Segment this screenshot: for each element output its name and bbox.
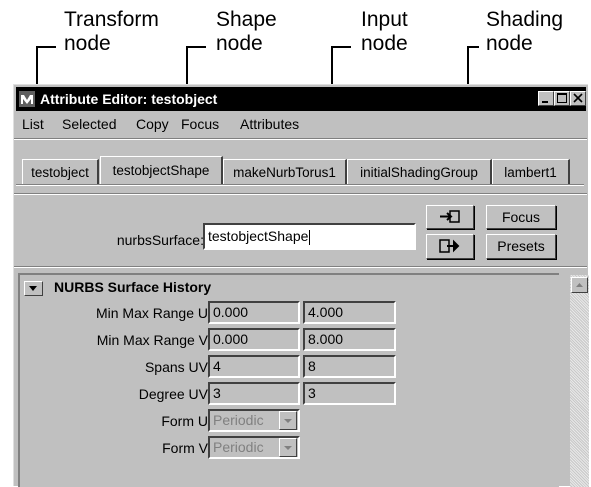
- tab-initialshadinggroup[interactable]: initialShadingGroup: [347, 159, 492, 184]
- min-max-range-u-max-field[interactable]: 4.000: [303, 301, 396, 324]
- tab-lambert1[interactable]: lambert1: [492, 159, 570, 184]
- callout-transform-line1: Transform: [64, 8, 159, 31]
- row-label-min-max-range-v: Min Max Range V: [96, 332, 208, 348]
- spans-u-field[interactable]: 4: [208, 355, 300, 378]
- min-max-range-v-max-field[interactable]: 8.000: [303, 328, 396, 351]
- chevron-down-icon: [284, 419, 292, 423]
- close-icon: [573, 93, 583, 103]
- callout-shape-node: Shape node: [216, 8, 277, 56]
- callout-input-node: Input node: [361, 8, 408, 56]
- callout-transform-node: Transform node: [64, 8, 159, 56]
- callout-input-line1: Input: [361, 8, 408, 31]
- row-label-spans-uv: Spans UV: [144, 359, 208, 375]
- load-selected-button[interactable]: [426, 205, 474, 229]
- tab-testobjectshape[interactable]: testobjectShape: [100, 156, 223, 184]
- callout-shape-line2: node: [216, 32, 263, 55]
- tab-baseline: [16, 184, 584, 186]
- form-u-dropdown-button[interactable]: [279, 411, 297, 430]
- maya-icon: [19, 91, 35, 107]
- title-bar[interactable]: Attribute Editor: testobject: [16, 87, 586, 111]
- chevron-down-icon: [284, 446, 292, 450]
- nurbs-surface-input[interactable]: testobjectShape: [203, 223, 416, 250]
- degree-v-field[interactable]: 3: [303, 382, 396, 405]
- degree-u-field[interactable]: 3: [208, 382, 300, 405]
- callout-shading-line1: Shading: [486, 8, 564, 31]
- row-label-min-max-range-u: Min Max Range U: [95, 305, 208, 321]
- text-cursor: [309, 229, 311, 245]
- menu-separator: [14, 138, 587, 140]
- go-to-node-icon: [439, 239, 460, 253]
- menu-copy[interactable]: Copy: [136, 116, 169, 132]
- menu-focus[interactable]: Focus: [181, 116, 219, 132]
- callout-shading-node: Shading node: [486, 8, 563, 56]
- presets-button[interactable]: Presets: [486, 234, 556, 259]
- leader-shape-h: [186, 46, 206, 48]
- triangle-down-icon: [29, 286, 37, 291]
- min-max-range-u-min-field[interactable]: 0.000: [208, 301, 300, 324]
- scroll-up-button[interactable]: [571, 277, 588, 293]
- callout-transform-line2: node: [64, 32, 111, 55]
- leader-input-h: [331, 46, 351, 48]
- section-title: NURBS Surface History: [54, 279, 212, 295]
- spans-v-field[interactable]: 8: [303, 355, 396, 378]
- close-button[interactable]: [570, 91, 586, 106]
- tab-panel-bottom: [14, 193, 587, 195]
- go-to-node-button[interactable]: [426, 234, 474, 259]
- triangle-up-icon: [576, 283, 583, 287]
- min-max-range-v-min-field[interactable]: 0.000: [208, 328, 300, 351]
- attribute-editor-window: Attribute Editor: testobject List Select…: [13, 84, 589, 487]
- load-selected-icon: [440, 210, 460, 223]
- row-label-form-v: Form V: [162, 440, 208, 456]
- attribute-panel: NURBS Surface History Min Max Range U 0.…: [18, 273, 559, 487]
- callout-shading-line2: node: [486, 32, 533, 55]
- menu-selected[interactable]: Selected: [62, 116, 116, 132]
- vertical-scrollbar[interactable]: [570, 275, 589, 487]
- form-separator: [14, 266, 587, 268]
- tab-makenurbtorus1[interactable]: makeNurbTorus1: [223, 159, 347, 184]
- maximize-button[interactable]: [554, 91, 570, 106]
- leader-transform-h: [36, 46, 56, 48]
- row-label-degree-uv: Degree UV: [138, 386, 208, 402]
- row-label-form-u: Form U: [161, 413, 208, 429]
- window-title: Attribute Editor: testobject: [40, 91, 218, 107]
- menu-attributes[interactable]: Attributes: [240, 116, 299, 132]
- minimize-icon: [542, 101, 548, 103]
- collapse-section-button[interactable]: [24, 281, 43, 296]
- minimize-button[interactable]: [538, 91, 554, 106]
- callout-input-line2: node: [361, 32, 408, 55]
- callout-shape-line1: Shape: [216, 8, 277, 31]
- maximize-icon: [557, 93, 567, 103]
- focus-button[interactable]: Focus: [486, 205, 556, 229]
- menu-list[interactable]: List: [22, 116, 44, 132]
- nurbs-surface-value: testobjectShape: [208, 228, 309, 244]
- menu-bar: List Selected Copy Focus Attributes: [16, 113, 586, 135]
- nurbs-surface-label: nurbsSurface:: [116, 232, 204, 248]
- form-v-dropdown-button[interactable]: [279, 438, 297, 457]
- tab-testobject[interactable]: testobject: [22, 159, 99, 184]
